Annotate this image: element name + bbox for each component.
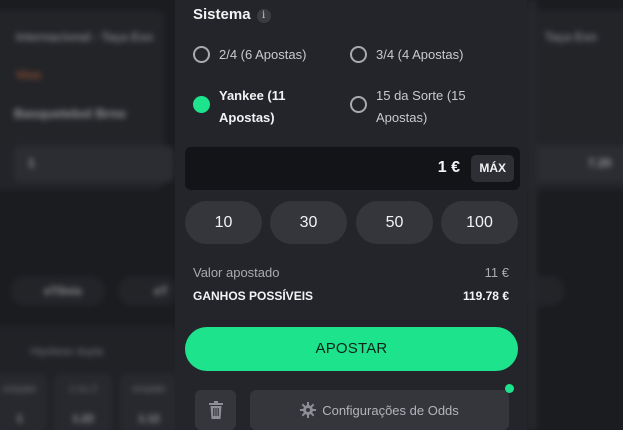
gear-icon: [300, 402, 317, 418]
background-match-title-right: Taça Esn: [545, 30, 597, 44]
background-odd-right: 7.20: [528, 146, 623, 182]
background-match-title: Internacional - Taça Eso: [16, 30, 154, 44]
background-divider: [527, 0, 537, 430]
radio-button[interactable]: [193, 46, 210, 63]
option-label: Yankee (11 Apostas): [219, 88, 286, 125]
winnings-label: GANHOS POSSÍVEIS: [193, 289, 314, 303]
option-label: 15 da Sorte (15 Apostas): [376, 88, 466, 125]
system-title: Sistema: [193, 6, 251, 23]
option-label: 2/4 (6 Apostas): [219, 47, 307, 62]
quick-amount-10-button[interactable]: 10: [185, 201, 262, 244]
option-label: 3/4 (4 Apostas): [376, 47, 464, 62]
background-market-cell: empate 1: [0, 374, 47, 430]
stake-input[interactable]: 1 € MÁX: [185, 147, 520, 190]
trash-icon: [208, 401, 223, 419]
notification-dot: [505, 384, 514, 393]
bet-slip-panel: Sistema i 2/4 (6 Apostas) 3/4 (4 Apostas…: [175, 0, 527, 430]
radio-button-selected[interactable]: [193, 96, 210, 113]
background-sport-name: Basquetebol Brno: [14, 106, 126, 121]
max-button[interactable]: MÁX: [471, 155, 514, 182]
radio-button[interactable]: [350, 46, 367, 63]
clear-slip-button[interactable]: [195, 390, 236, 430]
winnings-value: 119.78 €: [462, 289, 509, 303]
staked-label: Valor apostado: [193, 265, 280, 280]
quick-amount-100-button[interactable]: 100: [441, 201, 518, 244]
system-option-2-of-4[interactable]: 2/4 (6 Apostas): [193, 44, 306, 66]
background-odd-left: 1: [14, 146, 174, 182]
stake-value[interactable]: 1 €: [438, 159, 460, 177]
background-chip-2: eT: [118, 276, 178, 306]
staked-value: 11 €: [484, 265, 509, 280]
quick-amount-50-button[interactable]: 50: [356, 201, 433, 244]
background-section-title: Hipótese dupla: [30, 346, 104, 358]
odds-settings-button[interactable]: Configurações de Odds: [250, 390, 509, 430]
radio-button[interactable]: [350, 96, 367, 113]
quick-amount-30-button[interactable]: 30: [270, 201, 347, 244]
background-live-label: Vivo: [16, 68, 42, 82]
background-chip-etenis: eTênis: [10, 276, 105, 306]
odds-settings-label: Configurações de Odds: [322, 402, 459, 418]
system-header: Sistema i: [193, 6, 271, 23]
system-option-15-da-sorte[interactable]: 15 da Sorte (15 Apostas): [350, 85, 485, 129]
place-bet-button[interactable]: APOSTAR: [185, 327, 518, 371]
system-option-yankee[interactable]: Yankee (11 Apostas): [193, 85, 313, 129]
background-market-cell: empate 1.12: [120, 374, 178, 430]
staked-row: Valor apostado 11 €: [193, 265, 509, 280]
info-icon[interactable]: i: [256, 8, 271, 23]
winnings-row: GANHOS POSSÍVEIS 119.78 €: [193, 289, 509, 303]
background-market-cell: 1 ou 2 1.22: [54, 374, 112, 430]
system-option-3-of-4[interactable]: 3/4 (4 Apostas): [350, 44, 463, 66]
